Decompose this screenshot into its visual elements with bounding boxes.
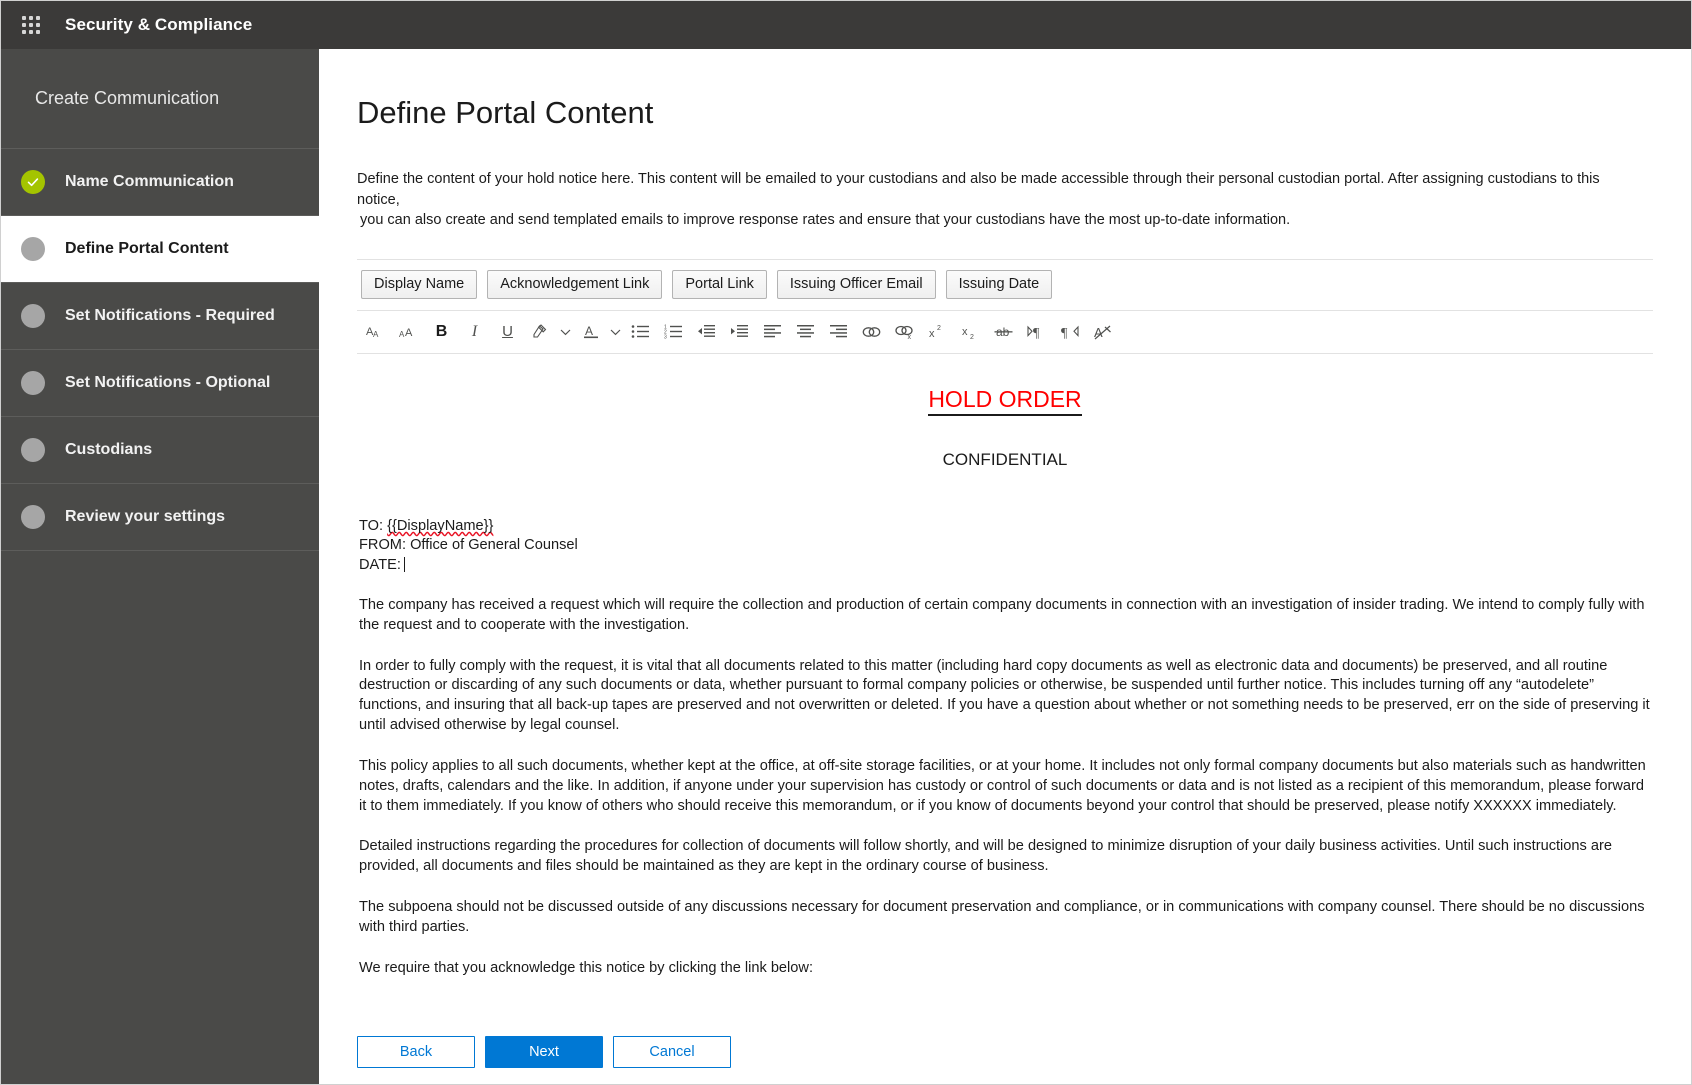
next-button[interactable]: Next (485, 1036, 603, 1068)
svg-text:A: A (585, 324, 593, 338)
bulleted-list-icon[interactable] (624, 317, 657, 347)
merge-field-button-row: Display Name Acknowledgement Link Portal… (357, 260, 1653, 310)
svg-text:x: x (962, 326, 968, 338)
svg-text:2: 2 (970, 334, 974, 340)
sidebar-item-label: Define Portal Content (65, 240, 229, 258)
bold-icon[interactable]: B (425, 317, 458, 347)
rich-text-editor: Display Name Acknowledgement Link Portal… (357, 259, 1653, 994)
display-name-token: {{DisplayName}} (387, 518, 493, 534)
superscript-icon[interactable]: x2 (921, 317, 954, 347)
svg-text:x: x (929, 328, 935, 340)
step-dot-icon (21, 438, 45, 462)
page-description-line-1: Define the content of your hold notice h… (357, 171, 1600, 208)
sidebar-item-review-your-settings[interactable]: Review your settings (1, 484, 319, 551)
formatting-toolbar: AA AA B I U A (357, 310, 1653, 354)
shrink-font-icon[interactable]: AA (392, 317, 425, 347)
align-right-icon[interactable] (822, 317, 855, 347)
document-subheading: CONFIDENTIAL (359, 448, 1651, 471)
svg-text:2: 2 (937, 325, 941, 332)
cancel-button[interactable]: Cancel (613, 1036, 731, 1068)
step-dot-icon (21, 237, 45, 261)
sidebar-item-label: Name Communication (65, 173, 234, 191)
document-heading: HOLD ORDER (359, 384, 1651, 415)
sidebar-item-set-notifications-required[interactable]: Set Notifications - Required (1, 283, 319, 350)
sidebar-item-label: Set Notifications - Required (65, 307, 275, 325)
svg-text:¶: ¶ (1033, 326, 1040, 340)
document-paragraph: This policy applies to all such document… (359, 757, 1651, 817)
sidebar-item-custodians[interactable]: Custodians (1, 417, 319, 484)
document-canvas[interactable]: HOLD ORDER CONFIDENTIAL TO: {{DisplayNam… (357, 354, 1653, 994)
page-title: Define Portal Content (357, 95, 1653, 131)
svg-text:A: A (373, 330, 379, 339)
body-split: Create Communication Name Communication … (1, 49, 1691, 1085)
insert-issuing-officer-email-button[interactable]: Issuing Officer Email (777, 270, 936, 299)
document-heading-text: HOLD ORDER (928, 386, 1081, 416)
document-paragraph: The company has received a request which… (359, 596, 1651, 636)
strikethrough-icon[interactable]: ab (987, 317, 1020, 347)
grow-font-icon[interactable]: AA (359, 317, 392, 347)
page-description: Define the content of your hold notice h… (357, 169, 1607, 231)
align-left-icon[interactable] (756, 317, 789, 347)
step-dot-icon (21, 304, 45, 328)
insert-issuing-date-button[interactable]: Issuing Date (946, 270, 1053, 299)
svg-text:¶: ¶ (1061, 326, 1068, 340)
step-dot-icon (21, 505, 45, 529)
suite-bar: Security & Compliance (1, 1, 1691, 49)
underline-icon[interactable]: U (491, 317, 524, 347)
sidebar-item-set-notifications-optional[interactable]: Set Notifications - Optional (1, 350, 319, 417)
security-compliance-window: Security & Compliance Create Communicati… (0, 0, 1692, 1085)
document-paragraph: In order to fully comply with the reques… (359, 657, 1651, 736)
wizard-footer: Back Next Cancel (357, 1036, 731, 1068)
document-paragraph: We require that you acknowledge this not… (359, 959, 1651, 979)
step-dot-icon (21, 371, 45, 395)
document-paragraph: Detailed instructions regarding the proc… (359, 837, 1651, 877)
main-content: Define Portal Content Define the content… (319, 49, 1691, 1085)
align-center-icon[interactable] (789, 317, 822, 347)
decrease-indent-icon[interactable] (690, 317, 723, 347)
font-color-chevron-down-icon[interactable] (607, 317, 624, 347)
document-date-line: DATE: (359, 556, 1651, 575)
document-address-block: TO: {{DisplayName}} FROM: Office of Gene… (359, 517, 1651, 575)
sidebar-item-label: Review your settings (65, 508, 225, 526)
increase-indent-icon[interactable] (723, 317, 756, 347)
svg-text:3: 3 (664, 335, 667, 340)
check-circle-icon (21, 170, 45, 194)
text-cursor (404, 557, 405, 572)
remove-link-icon[interactable]: x (888, 317, 921, 347)
app-launcher-icon[interactable] (9, 3, 53, 47)
insert-display-name-button[interactable]: Display Name (361, 270, 477, 299)
document-to-line: TO: {{DisplayName}} (359, 517, 1651, 536)
highlight-chevron-down-icon[interactable] (557, 317, 574, 347)
document-from-line: FROM: Office of General Counsel (359, 536, 1651, 555)
subscript-icon[interactable]: x2 (954, 317, 987, 347)
document-paragraph: The subpoena should not be discussed out… (359, 898, 1651, 938)
sidebar-item-label: Set Notifications - Optional (65, 374, 270, 392)
sidebar-item-define-portal-content[interactable]: Define Portal Content (1, 216, 319, 283)
to-label: TO: (359, 518, 387, 534)
date-label: DATE: (359, 557, 401, 573)
numbered-list-icon[interactable]: 123 (657, 317, 690, 347)
suite-title: Security & Compliance (65, 15, 252, 35)
waffle-grid (22, 16, 40, 34)
clear-formatting-icon[interactable]: A (1086, 317, 1119, 347)
font-color-icon[interactable]: A (574, 317, 607, 347)
sidebar-header: Create Communication (1, 49, 319, 149)
insert-acknowledgement-link-button[interactable]: Acknowledgement Link (487, 270, 662, 299)
insert-portal-link-button[interactable]: Portal Link (672, 270, 767, 299)
sidebar-item-label: Custodians (65, 441, 152, 459)
wizard-sidebar: Create Communication Name Communication … (1, 49, 319, 1085)
page-description-line-2: you can also create and send templated e… (357, 210, 1607, 231)
sidebar-item-name-communication[interactable]: Name Communication (1, 149, 319, 216)
svg-text:A: A (405, 327, 413, 339)
insert-link-icon[interactable] (855, 317, 888, 347)
italic-icon[interactable]: I (458, 317, 491, 347)
svg-text:x: x (908, 334, 912, 340)
back-button[interactable]: Back (357, 1036, 475, 1068)
highlight-color-icon[interactable] (524, 317, 557, 347)
rtl-paragraph-icon[interactable]: ¶ (1053, 317, 1086, 347)
ltr-paragraph-icon[interactable]: ¶ (1020, 317, 1053, 347)
